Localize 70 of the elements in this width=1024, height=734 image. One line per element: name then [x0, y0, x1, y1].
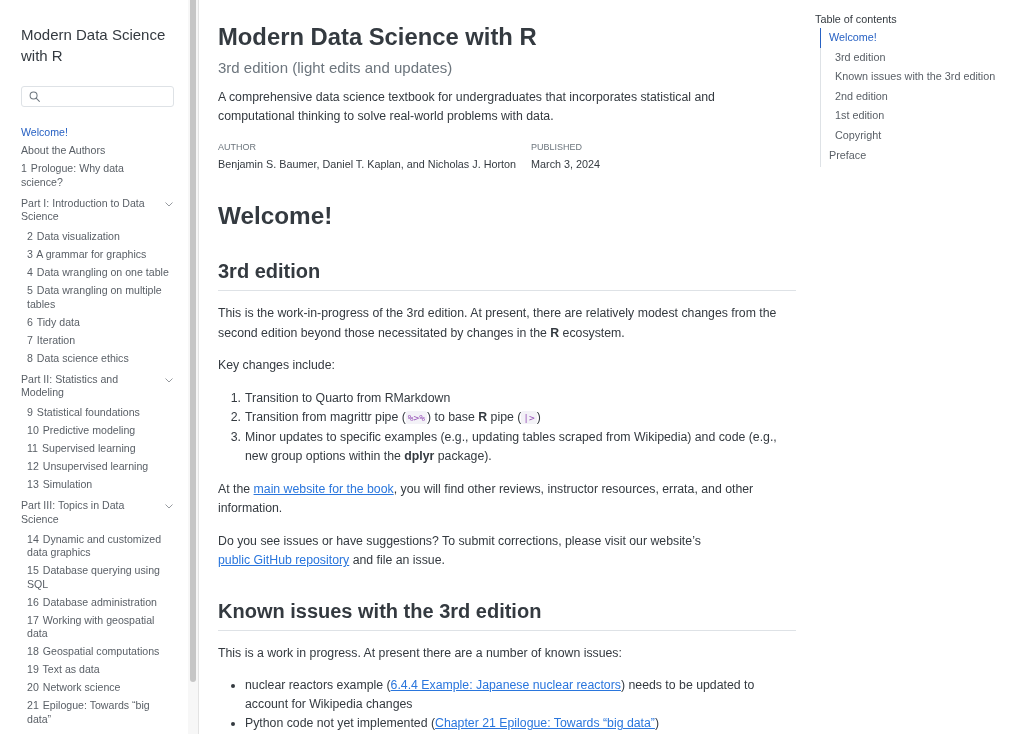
search-field[interactable] — [21, 86, 174, 107]
sidebar-item[interactable]: 2 Data visualization — [27, 230, 174, 244]
paragraph: At the main website for the book, you will find other reviews, instructor resources, errata, and other information. — [218, 480, 755, 517]
sidebar-title: Modern Data Science with R — [21, 25, 167, 66]
sidebar-item[interactable]: 11 Supervised learning — [27, 442, 174, 456]
sidebar-item[interactable]: 20 Network science — [27, 681, 174, 695]
list-item-text: Minor updates to specific examples (e.g., updating tables scraped from Wikipedia) and code (e.g., new group options within the dplyr package). — [245, 428, 778, 465]
sidebar-item[interactable]: 1 Prologue: Why data science? — [21, 162, 160, 190]
sidebar-section[interactable]: Part III: Topics in Data Science — [21, 499, 160, 527]
bullet-icon — [231, 721, 235, 726]
sidebar-item[interactable]: Welcome! — [21, 126, 160, 140]
toc-link[interactable]: Copyright — [821, 125, 1020, 146]
bullet-icon — [231, 683, 235, 688]
section-heading: 3rd edition — [218, 259, 796, 291]
paragraph: This is a work in progress. At present there are a number of known issues: — [218, 644, 623, 662]
list-number: 3. — [229, 428, 242, 446]
sidebar-item[interactable]: 16 Database administration — [27, 595, 174, 610]
sidebar-item[interactable]: 3 A grammar for graphics — [27, 248, 174, 262]
page-title: Modern Data Science with R — [218, 23, 538, 51]
text-link[interactable]: 6.4.4 Example: Japanese nuclear reactors — [390, 678, 621, 692]
scrollbar-track[interactable] — [188, 0, 199, 734]
sidebar-item[interactable]: 14 Dynamic and customized data graphics — [27, 532, 174, 560]
toc-title: Table of contents — [815, 13, 898, 25]
section-heading: Known issues with the 3rd edition — [218, 598, 796, 631]
sidebar-item[interactable]: 10 Predictive modeling — [27, 424, 174, 438]
toc-link[interactable]: 3rd edition — [821, 47, 1020, 68]
toc-link[interactable]: Welcome! — [820, 28, 1020, 48]
sidebar-item[interactable]: 21 Epilogue: Towards “big data” — [27, 699, 174, 727]
toc-link[interactable]: 1st edition — [821, 106, 1020, 126]
scrollbar-thumb[interactable] — [190, 0, 196, 682]
meta-value: March 3, 2024 — [531, 157, 601, 171]
meta-value: Benjamin S. Baumer, Daniel T. Kaplan, and Nicholas J. Horton — [218, 157, 517, 171]
inline-code: |> — [521, 411, 537, 424]
paragraph: Do you see issues or have suggestions? To submit corrections, please visit our website’s public GitHub repository and file an issue. — [218, 532, 702, 569]
sidebar-item[interactable]: 13 Simulation — [27, 478, 174, 492]
list-item-text: nuclear reactors example (6.4.4 Example: Japanese nuclear reactors) needs to be updated to account for Wikipedia changes — [245, 677, 756, 713]
meta-label: PUBLISHED — [531, 141, 584, 153]
paragraph: Key changes include: — [218, 357, 336, 374]
list-item-text: Transition from magrittr pipe ( %>% ) to base R pipe ( |> ) — [245, 409, 542, 426]
text-link[interactable]: main website for the book — [253, 481, 394, 496]
list-number: 2. — [229, 409, 242, 426]
paragraph: This is the work-in-progress of the 3rd edition. At present, there are relatively modest changes from the second edition beyond those necessitated by changes in the R ecosystem. — [218, 305, 778, 342]
list-item-text: Python code not yet implemented (Chapter 21 Epilogue: Towards “big data”) — [245, 715, 661, 732]
sidebar-item[interactable]: 7 Iteration — [27, 333, 174, 348]
toc-link[interactable]: 2nd edition — [821, 86, 1020, 107]
sidebar-item[interactable]: 12 Unsupervised learning — [27, 460, 174, 474]
meta-label: AUTHOR — [218, 141, 257, 153]
toc-link[interactable]: Known issues with the 3rd edition — [821, 67, 1020, 87]
text-link[interactable]: Chapter 21 Epilogue: Towards “big data” — [435, 716, 655, 730]
sidebar-item[interactable]: 9 Statistical foundations — [27, 406, 174, 420]
sidebar-item[interactable]: 18 Geospatial computations — [27, 645, 174, 659]
sidebar-section[interactable]: Part II: Statistics and Modeling — [21, 372, 160, 400]
sidebar-section[interactable]: Part I: Introduction to Data Science — [21, 196, 160, 224]
text-link[interactable]: public GitHub repository — [218, 553, 350, 567]
sidebar-item[interactable]: 5 Data wrangling on multiple tables — [27, 284, 174, 312]
sidebar-item[interactable]: 8 Data science ethics — [27, 351, 174, 366]
sidebar-item[interactable]: 15 Database querying using SQL — [27, 564, 174, 592]
sidebar-item[interactable]: 19 Text as data — [27, 663, 174, 677]
toc-link[interactable]: Preface — [820, 145, 1020, 166]
sidebar-item[interactable]: 4 Data wrangling on one table — [27, 266, 174, 280]
sidebar-item[interactable]: 6 Tidy data — [27, 315, 174, 330]
page-description: A comprehensive data science textbook for undergraduates that incorporates statistical and computational thinking to solve real-world problems with data. — [218, 89, 716, 125]
list-number: 1. — [229, 389, 242, 407]
page-subtitle: 3rd edition (light edits and updates) — [218, 58, 454, 78]
chapter-heading: Welcome! — [218, 202, 334, 230]
search-icon — [29, 91, 40, 102]
inline-code: %>% — [405, 411, 427, 424]
sidebar-item[interactable]: 17 Working with geospatial data — [27, 613, 174, 641]
sidebar-item[interactable]: About the Authors — [21, 144, 160, 158]
list-item-text: Transition to Quarto from RMarkdown — [245, 389, 452, 407]
